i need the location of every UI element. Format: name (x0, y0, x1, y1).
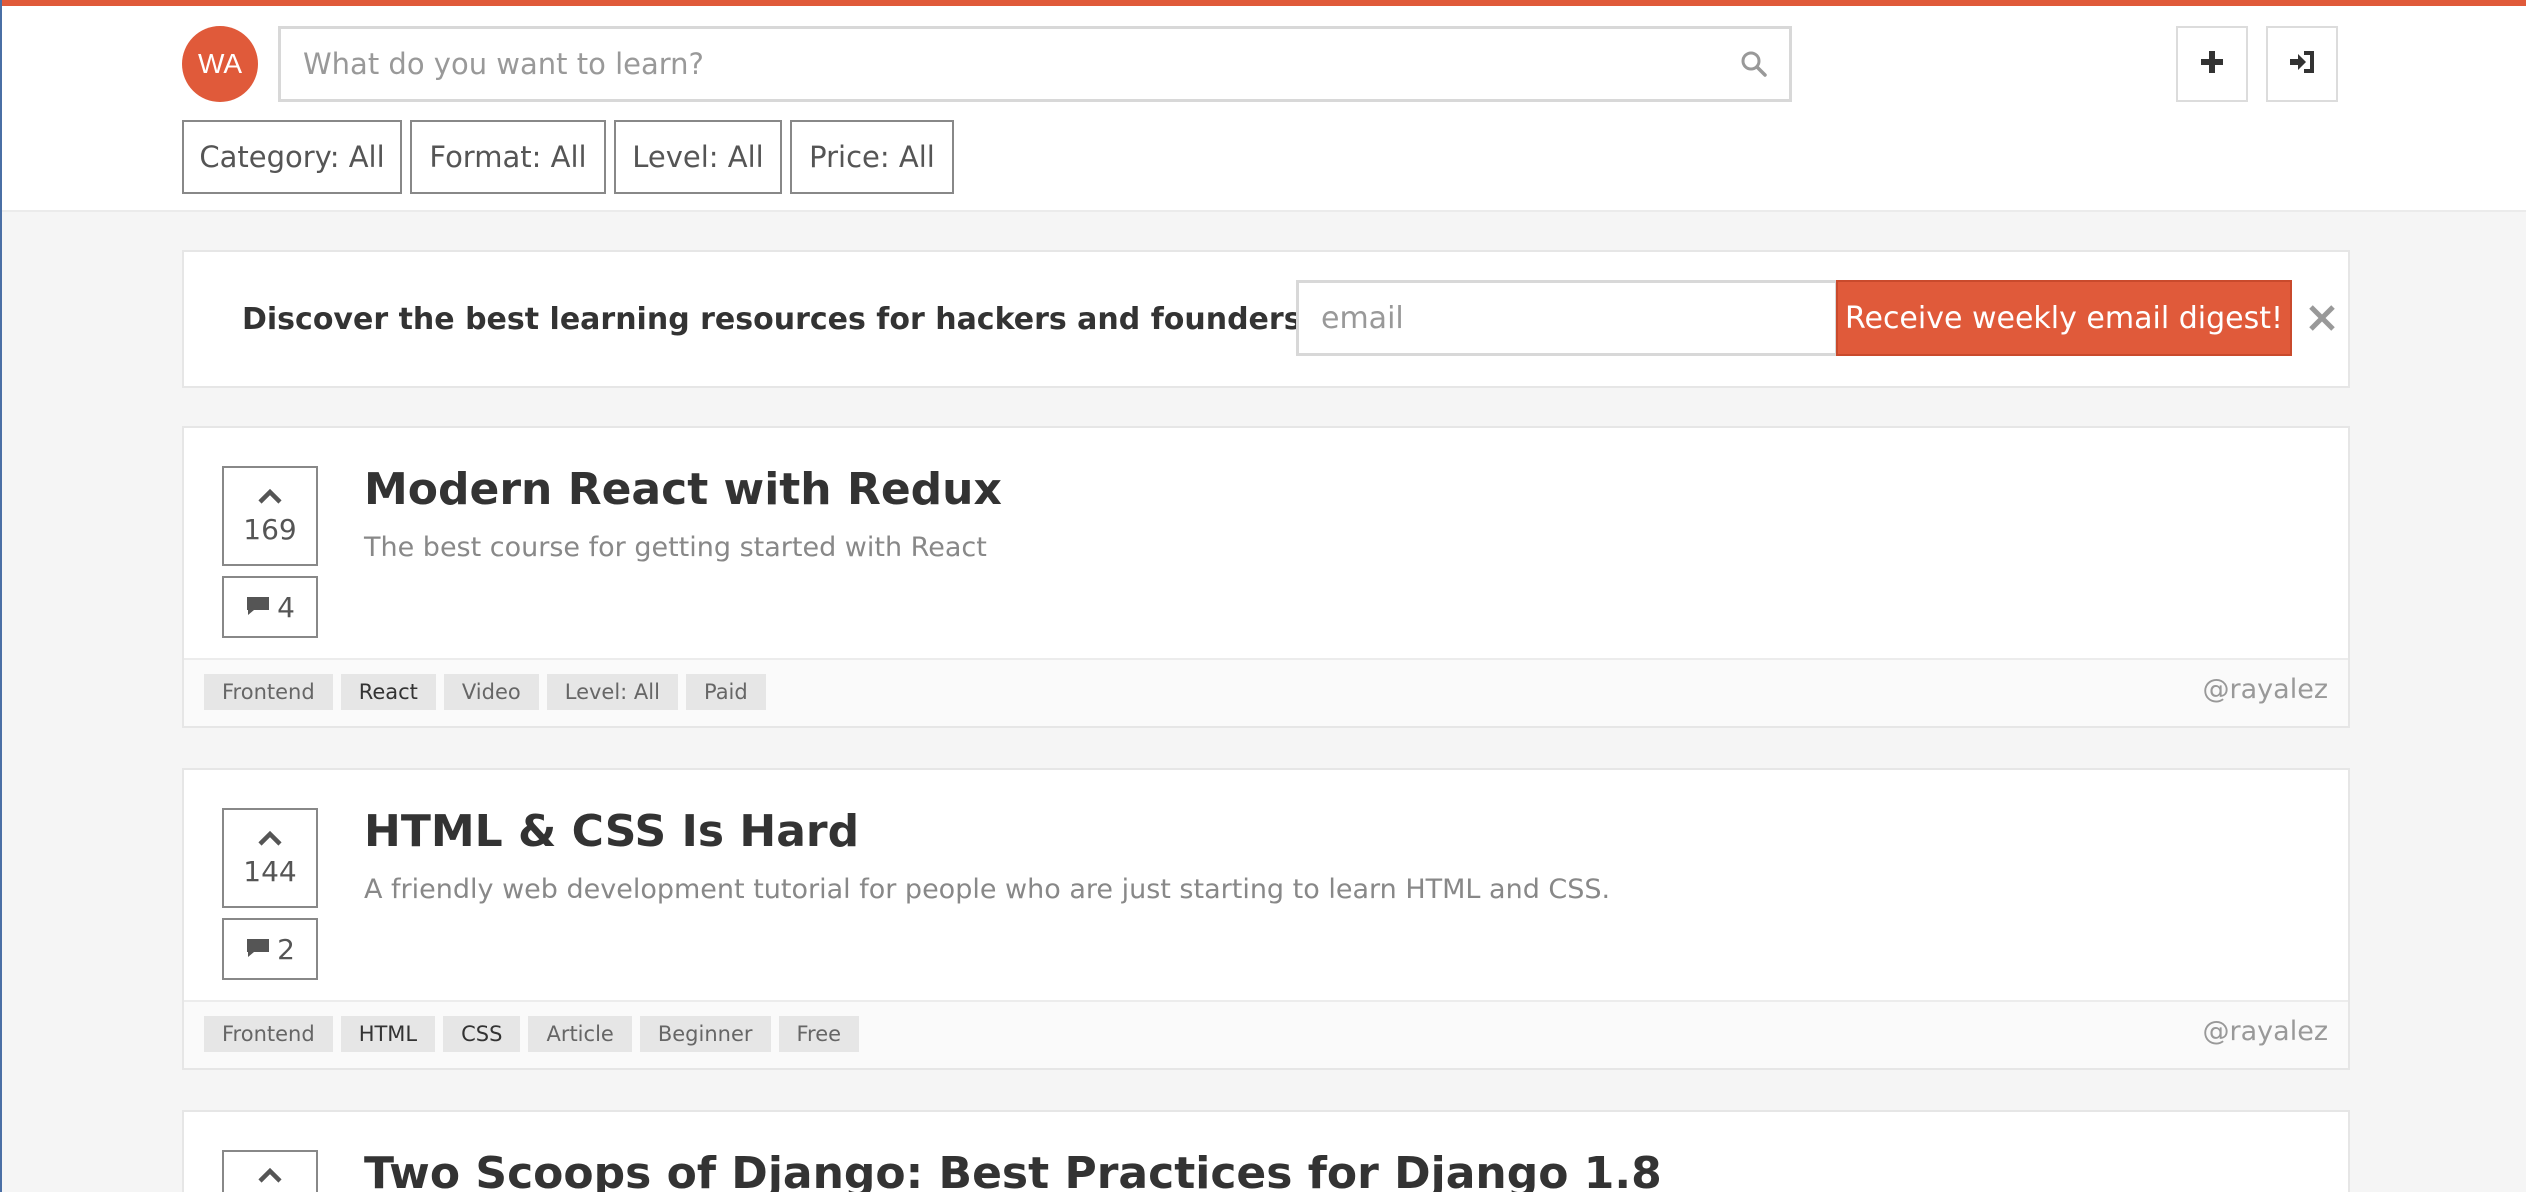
tag[interactable]: Frontend (204, 1016, 333, 1052)
site-header: WA Category: All Format: All Level: All … (2, 6, 2526, 212)
author-link[interactable]: @rayalez (2203, 1016, 2328, 1047)
author-link[interactable]: @rayalez (2203, 674, 2328, 705)
upvote-button[interactable] (222, 1150, 318, 1192)
subscribe-button[interactable]: Receive weekly email digest! (1836, 280, 2292, 356)
tag[interactable]: CSS (443, 1016, 521, 1052)
search-icon[interactable] (1719, 29, 1789, 99)
plus-icon (2200, 50, 2224, 78)
resource-title[interactable]: Two Scoops of Django: Best Practices for… (364, 1148, 1662, 1192)
tag[interactable]: Paid (685, 674, 766, 710)
tag[interactable]: Beginner (639, 1016, 771, 1052)
newsletter-message: Discover the best learning resources for… (242, 301, 1316, 337)
resource-description: A friendly web development tutorial for … (364, 874, 1611, 905)
upvote-button[interactable]: 144 (222, 808, 318, 908)
resource-card: 144 2 HTML & CSS Is Hard A friendly web … (182, 768, 2350, 1070)
avatar[interactable]: WA (182, 26, 258, 102)
resource-card: Two Scoops of Django: Best Practices for… (182, 1110, 2350, 1192)
resource-title[interactable]: Modern React with Redux (364, 464, 1002, 515)
comments-button[interactable]: 4 (222, 576, 318, 638)
filter-price[interactable]: Price: All (790, 120, 954, 194)
comment-count: 2 (277, 932, 295, 966)
chevron-up-icon (257, 829, 283, 851)
tag[interactable]: Level: All (546, 674, 678, 710)
tag[interactable]: Frontend (204, 674, 333, 710)
tag[interactable]: Free (778, 1016, 860, 1052)
tag[interactable]: Video (443, 674, 539, 710)
tag-list: Frontend React Video Level: All Paid (204, 674, 766, 710)
close-icon[interactable] (2302, 290, 2342, 346)
tag[interactable]: React (340, 674, 436, 710)
resource-card: 169 4 Modern React with Redux The best c… (182, 426, 2350, 728)
email-field[interactable] (1296, 280, 1838, 356)
comment-icon (245, 591, 277, 624)
search-input[interactable] (281, 29, 1719, 99)
upvote-button[interactable]: 169 (222, 466, 318, 566)
filter-format[interactable]: Format: All (410, 120, 606, 194)
newsletter-banner: Discover the best learning resources for… (182, 250, 2350, 388)
chevron-up-icon (257, 487, 283, 509)
filter-category[interactable]: Category: All (182, 120, 402, 194)
add-resource-button[interactable] (2176, 26, 2248, 102)
vote-count: 169 (243, 512, 297, 546)
search-box (278, 26, 1792, 102)
resource-title[interactable]: HTML & CSS Is Hard (364, 806, 859, 857)
login-button[interactable] (2266, 26, 2338, 102)
resource-footer: Frontend React Video Level: All Paid @ra… (184, 658, 2348, 726)
comment-count: 4 (277, 590, 295, 624)
sign-in-icon (2288, 49, 2316, 79)
comment-icon (245, 933, 277, 966)
tag-list: Frontend HTML CSS Article Beginner Free (204, 1016, 860, 1052)
vote-count: 144 (243, 854, 297, 888)
resource-description: The best course for getting started with… (364, 532, 987, 563)
chevron-up-icon (257, 1166, 283, 1188)
tag[interactable]: HTML (340, 1016, 436, 1052)
tag[interactable]: Article (528, 1016, 632, 1052)
filter-level[interactable]: Level: All (614, 120, 782, 194)
resource-footer: Frontend HTML CSS Article Beginner Free … (184, 1000, 2348, 1068)
comments-button[interactable]: 2 (222, 918, 318, 980)
